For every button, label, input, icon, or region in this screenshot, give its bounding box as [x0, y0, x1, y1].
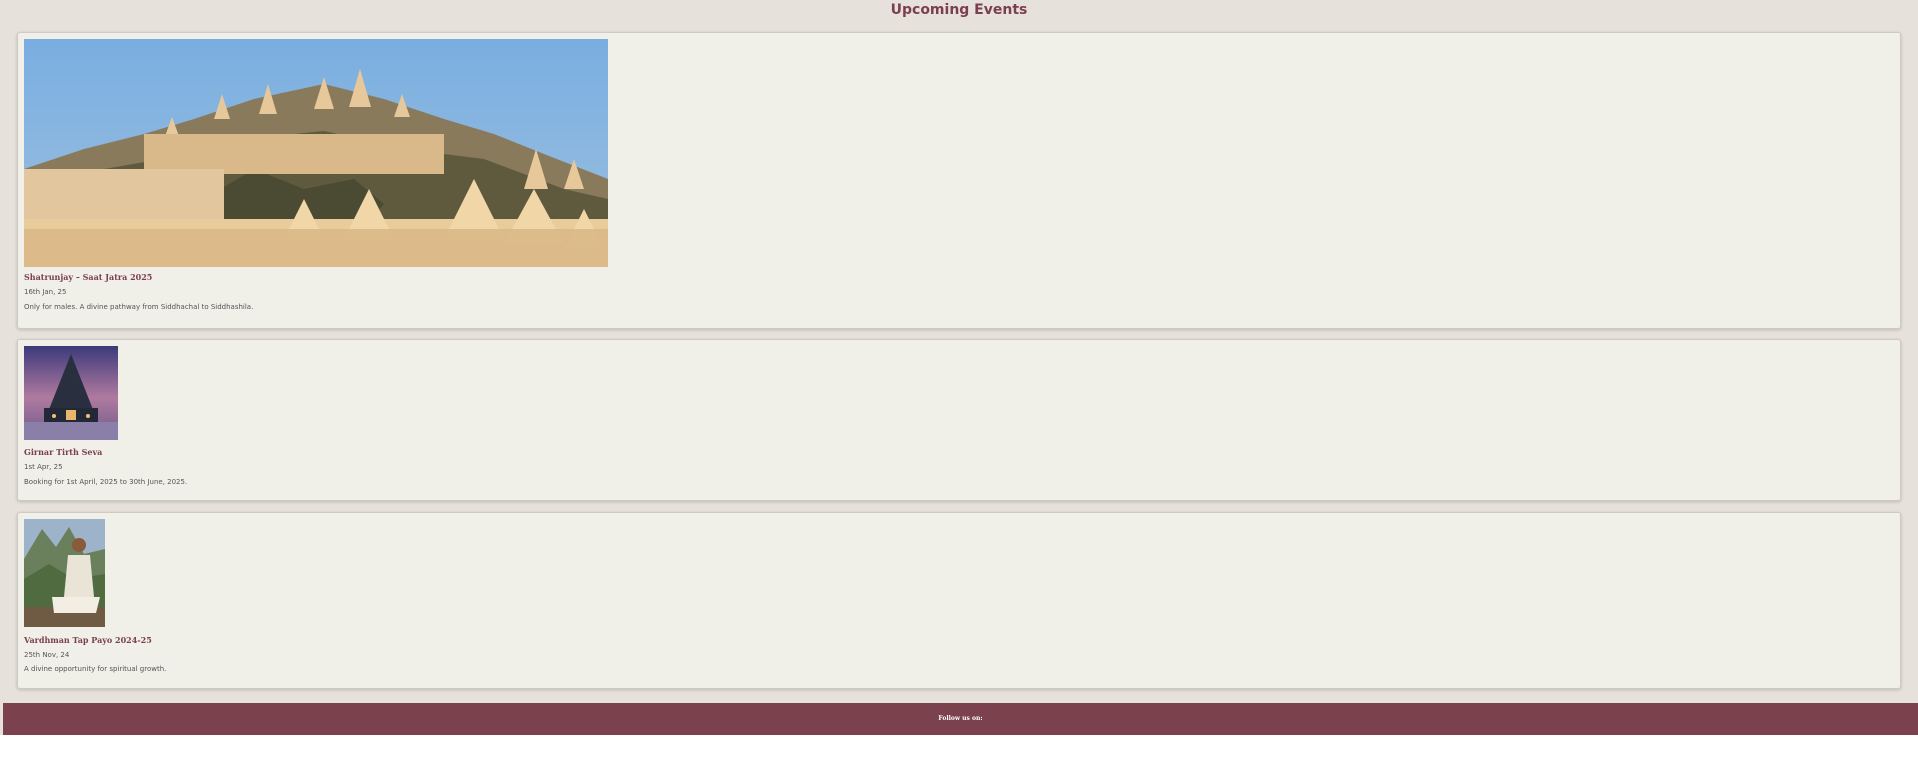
event-image[interactable] [24, 346, 118, 440]
event-card: Shatrunjay – Saat Jatra 2025 16th Jan, 2… [17, 32, 1901, 329]
event-date: 1st Apr, 25 [24, 463, 63, 471]
event-date: 16th Jan, 25 [24, 288, 67, 296]
follow-us-label: Follow us on: [938, 715, 983, 722]
event-title[interactable]: Girnar Tirth Seva [24, 447, 102, 457]
event-card: Vardhman Tap Payo 2024-25 25th Nov, 24 A… [17, 512, 1901, 689]
event-description: A divine opportunity for spiritual growt… [24, 665, 167, 673]
page-title: Upcoming Events [890, 2, 1028, 18]
event-title[interactable]: Vardhman Tap Payo 2024-25 [24, 635, 152, 645]
event-card: Girnar Tirth Seva 1st Apr, 25 Booking fo… [17, 339, 1901, 501]
temple-dusk-photo [24, 346, 118, 440]
event-date: 25th Nov, 24 [24, 651, 70, 659]
footer: Follow us on: [3, 703, 1918, 735]
event-description: Booking for 1st April, 2025 to 30th June… [24, 478, 188, 486]
meditating-monk-photo [24, 519, 105, 627]
event-image[interactable] [24, 519, 105, 627]
event-description: Only for males. A divine pathway from Si… [24, 303, 254, 311]
event-title[interactable]: Shatrunjay – Saat Jatra 2025 [24, 272, 152, 282]
event-image[interactable] [24, 39, 608, 267]
temple-complex-photo [24, 39, 608, 267]
